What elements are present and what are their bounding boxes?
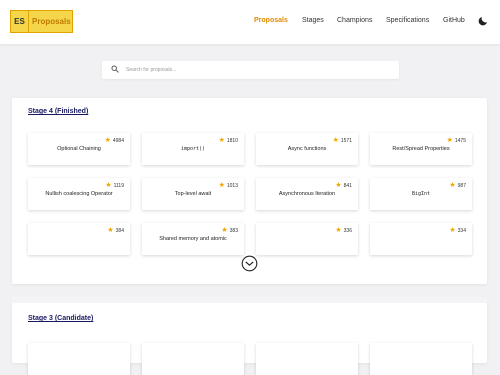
proposal-card[interactable]: ★ 4984 Optional Chaining xyxy=(28,133,130,165)
search-icon xyxy=(111,65,119,73)
star-count: ★ 1013 xyxy=(219,182,238,189)
proposal-name: Optional Chaining xyxy=(57,146,101,152)
proposal-name: Async functions xyxy=(287,146,327,152)
proposal-name: Nullish coalescing Operator xyxy=(45,191,113,197)
nav-github[interactable]: GitHub xyxy=(443,17,465,24)
proposal-card[interactable]: ★ 383 Shared memory and atomic xyxy=(142,223,244,255)
proposal-name: import() xyxy=(180,146,206,152)
proposal-card[interactable]: ★ 1475 Rest/Spread Properties xyxy=(370,133,472,165)
logo-text: Proposals xyxy=(32,17,71,26)
star-count: ★ 383 xyxy=(221,227,238,234)
nav-proposals[interactable]: Proposals xyxy=(254,17,288,24)
proposal-card[interactable]: ★ 1571 Async functions xyxy=(256,133,358,165)
star-count: ★ 1810 xyxy=(219,137,238,144)
star-icon: ★ xyxy=(218,137,225,144)
top-header: ES Proposals Proposals Stages Champions … xyxy=(0,0,500,44)
proposal-card[interactable]: ★ 334 xyxy=(370,223,472,255)
proposal-card[interactable]: ★ 384 xyxy=(28,223,130,255)
search-input[interactable] xyxy=(126,64,386,76)
proposal-card[interactable]: ★ 841 Asynchronous Iteration xyxy=(256,178,358,210)
star-icon: ★ xyxy=(449,182,456,189)
star-icon: ★ xyxy=(335,227,342,234)
star-count: ★ 384 xyxy=(107,227,124,234)
star-count: ★ 1119 xyxy=(105,182,124,189)
star-icon: ★ xyxy=(332,137,339,144)
nav-stages[interactable]: Stages xyxy=(302,17,324,24)
proposal-name: Top-level await xyxy=(174,191,212,197)
star-icon: ★ xyxy=(446,137,453,144)
stage-3-section: Stage 3 (Candidate) xyxy=(12,303,487,375)
star-count-value: 1013 xyxy=(226,182,238,189)
star-count: ★ 1571 xyxy=(333,137,352,144)
logo-badge: ES xyxy=(11,11,29,32)
star-icon: ★ xyxy=(221,227,228,234)
expand-chevron-icon[interactable] xyxy=(241,255,258,272)
proposal-card[interactable]: ★ 1013 Top-level await xyxy=(142,178,244,210)
star-count-value: 1810 xyxy=(226,137,238,144)
star-count-value: 1119 xyxy=(113,182,124,189)
stage-4-title[interactable]: Stage 4 (Finished) xyxy=(28,108,88,115)
proposal-card[interactable]: ★ 1810 import() xyxy=(142,133,244,165)
star-count: ★ 987 xyxy=(449,182,466,189)
star-count-value: 1475 xyxy=(454,137,466,144)
nav-specifications[interactable]: Specifications xyxy=(386,17,429,24)
star-count: ★ 334 xyxy=(449,227,466,234)
star-icon: ★ xyxy=(105,182,112,189)
proposal-name: Asynchronous Iteration xyxy=(278,191,336,197)
star-count-value: 336 xyxy=(343,227,352,234)
star-count-value: 4984 xyxy=(112,137,124,144)
star-count: ★ 336 xyxy=(335,227,352,234)
proposal-name: BigInt xyxy=(411,191,431,197)
star-icon: ★ xyxy=(107,227,114,234)
star-count: ★ 841 xyxy=(335,182,352,189)
star-count-value: 1571 xyxy=(340,137,352,144)
star-count-value: 987 xyxy=(457,182,466,189)
star-icon: ★ xyxy=(335,182,342,189)
star-count: ★ 4984 xyxy=(105,137,124,144)
proposal-name: Shared memory and atomic xyxy=(159,236,227,242)
star-count-value: 383 xyxy=(229,227,238,234)
nav-champions[interactable]: Champions xyxy=(337,17,372,24)
star-count-value: 334 xyxy=(457,227,466,234)
star-icon: ★ xyxy=(104,137,111,144)
moon-icon[interactable] xyxy=(477,15,489,27)
proposal-card[interactable]: ★ 336 xyxy=(256,223,358,255)
proposal-card[interactable]: ★ 1119 Nullish coalescing Operator xyxy=(28,178,130,210)
stage-3-title[interactable]: Stage 3 (Candidate) xyxy=(28,315,93,322)
star-count-value: 384 xyxy=(115,227,124,234)
star-count-value: 841 xyxy=(343,182,352,189)
proposal-card[interactable]: ★ 987 BigInt xyxy=(370,178,472,210)
star-icon: ★ xyxy=(218,182,225,189)
search-bar xyxy=(102,61,399,79)
site-logo[interactable]: ES Proposals xyxy=(10,10,73,33)
proposal-name: Rest/Spread Properties xyxy=(392,146,450,152)
star-count: ★ 1475 xyxy=(447,137,466,144)
star-icon: ★ xyxy=(449,227,456,234)
